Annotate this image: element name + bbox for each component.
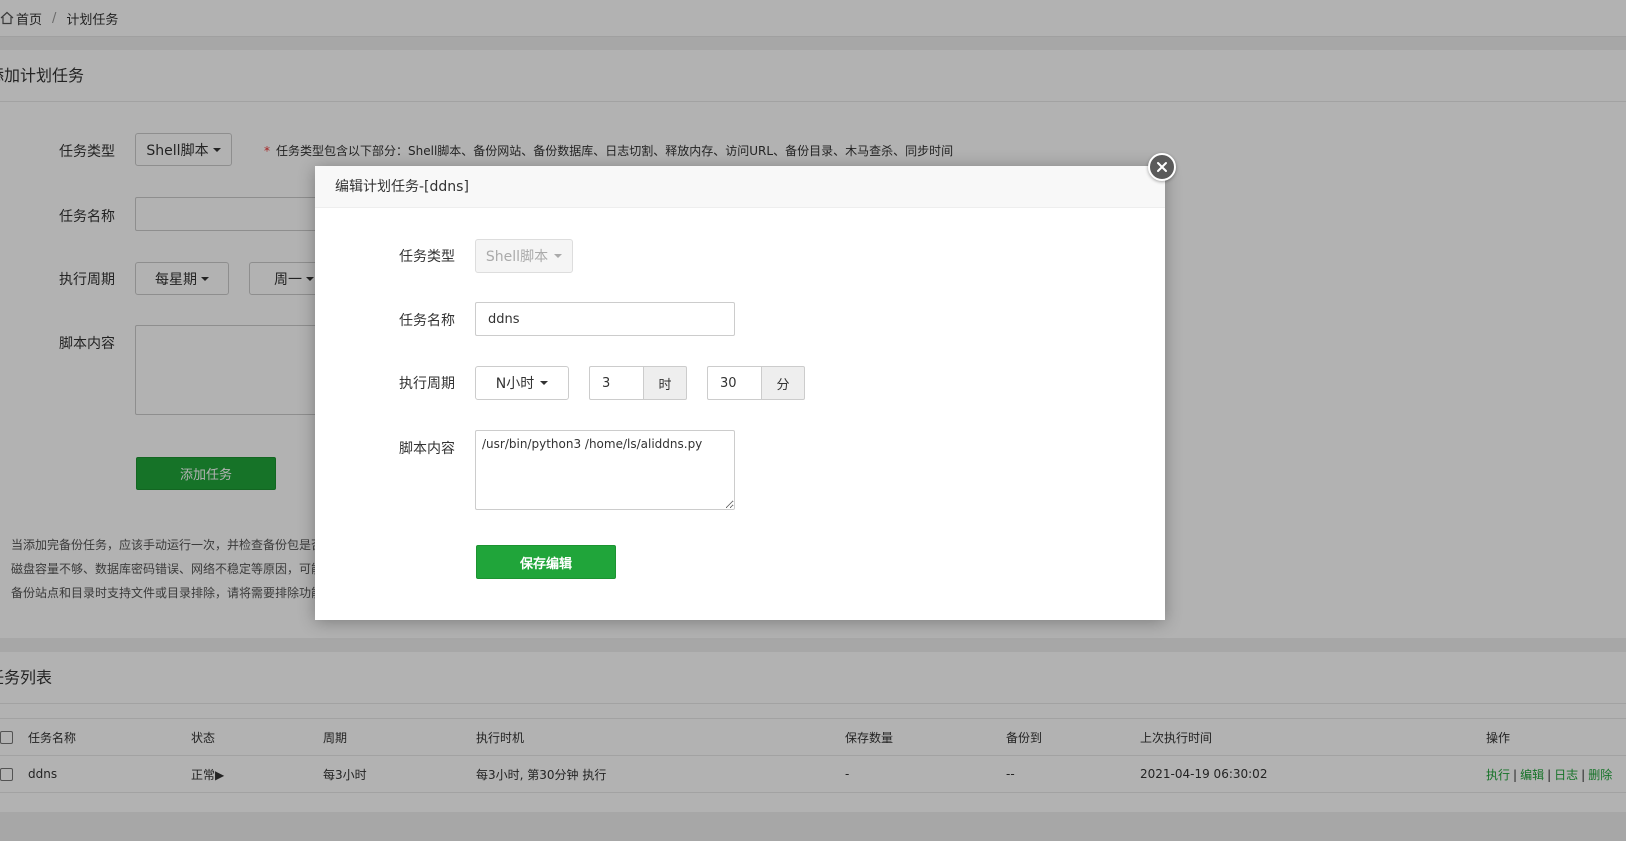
modal-cycle-value: N小时 (495, 376, 535, 392)
modal-script-textarea[interactable] (475, 430, 735, 510)
minute-unit-addon: 分 (761, 366, 805, 400)
modal-task-name-input[interactable]: ddns (475, 302, 735, 336)
chevron-down-icon (540, 381, 549, 385)
edit-task-modal: 编辑计划任务-[ddns] 任务类型 Shell脚本 任务名称 ddns 执行周… (315, 153, 1176, 620)
modal-cycle-dropdown[interactable]: N小时 (475, 366, 569, 400)
modal-type-label: 任务类型 (399, 249, 455, 265)
modal-script-label: 脚本内容 (399, 441, 455, 457)
modal-cycle-label: 执行周期 (399, 376, 455, 392)
modal-task-type-dropdown: Shell脚本 (475, 239, 573, 273)
close-button[interactable] (1148, 153, 1176, 181)
save-edit-button[interactable]: 保存编辑 (476, 545, 616, 579)
modal-minute-input[interactable]: 30 (707, 366, 762, 400)
modal-task-type-value: Shell脚本 (485, 249, 549, 265)
close-icon (1157, 162, 1167, 172)
modal-title: 编辑计划任务-[ddns] (315, 166, 1165, 208)
modal-name-label: 任务名称 (399, 313, 455, 329)
modal-hour-input[interactable]: 3 (589, 366, 644, 400)
chevron-down-icon (554, 254, 563, 258)
hour-unit-addon: 时 (643, 366, 687, 400)
